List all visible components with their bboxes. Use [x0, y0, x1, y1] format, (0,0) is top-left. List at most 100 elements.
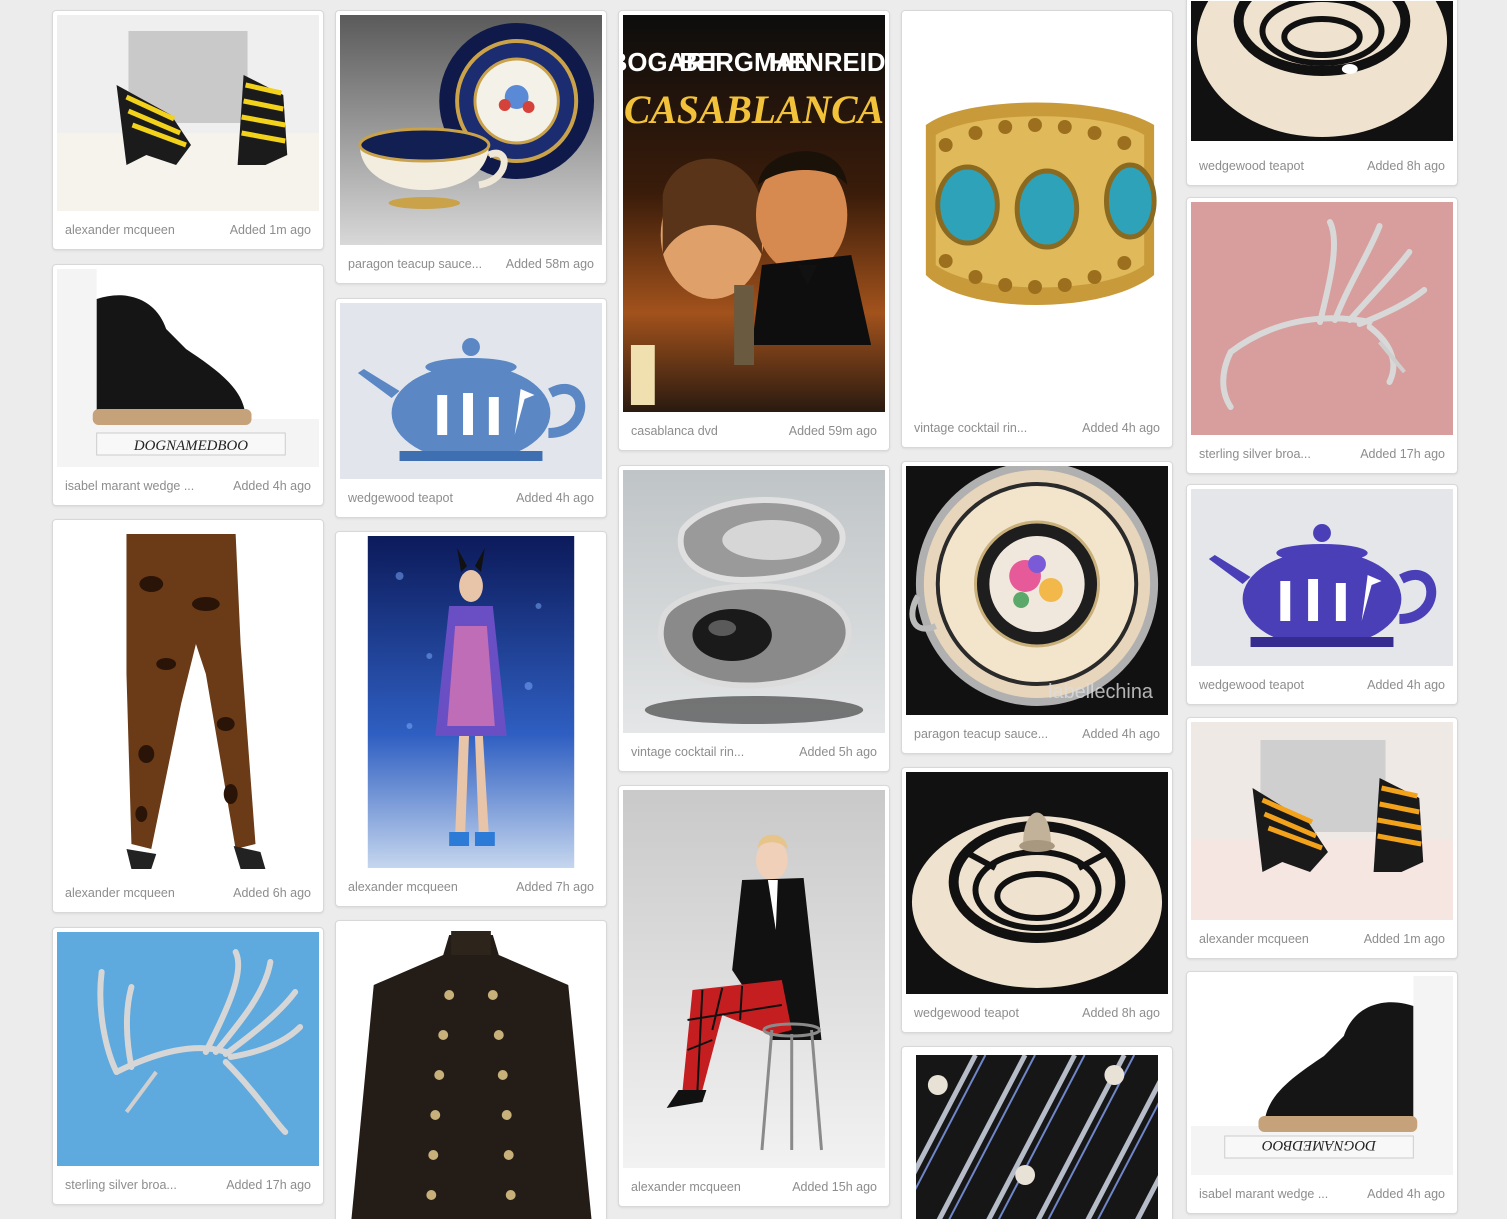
pin-footer: paragon teacup sauce... Added 58m ago — [336, 245, 606, 283]
pin-footer: casablanca dvd Added 59m ago — [619, 412, 889, 450]
svg-text:labellechina: labellechina — [1048, 681, 1154, 703]
svg-text:DOGNAMEDBOO: DOGNAMEDBOO — [133, 438, 248, 454]
pin-added-time: Added 5h ago — [799, 745, 877, 759]
pin-card[interactable]: labellechina paragon teacup sauce... Add… — [901, 461, 1173, 754]
pin-footer: vintage cocktail rin... Added 5h ago — [619, 733, 889, 771]
pin-added-time: Added 1m ago — [1363, 932, 1445, 946]
pin-footer: paragon teacup sauce... Added 4h ago — [902, 715, 1172, 753]
svg-text:HENREID: HENREID — [769, 49, 885, 77]
pin-card[interactable]: sterling silver broa... Added 17h ago — [52, 927, 324, 1205]
pin-card[interactable]: wedgewood teapot Added 8h ago — [1186, 0, 1458, 186]
pin-card[interactable]: sterling silver broa... Added 17h ago — [1186, 197, 1458, 474]
pin-title[interactable]: sterling silver broa... — [1199, 447, 1311, 461]
pin-card[interactable]: alexander mcqueen Added 15h ago — [618, 785, 890, 1207]
pin-card[interactable]: paragon teacup sauce... Added 58m ago — [335, 10, 607, 284]
pin-title[interactable]: wedgewood teapot — [348, 491, 453, 505]
pin-title[interactable]: paragon teacup sauce... — [914, 727, 1048, 741]
pin-added-time: Added 4h ago — [516, 491, 594, 505]
pin-card[interactable]: DOGNAMEDBOO isabel marant wedge ... Adde… — [1186, 971, 1458, 1214]
black-wedge-sneaker-image[interactable]: DOGNAMEDBOO — [1191, 976, 1453, 1175]
pin-footer: vintage cocktail rin... Added 4h ago — [902, 409, 1172, 447]
pin-added-time: Added 4h ago — [1082, 421, 1160, 435]
pin-card[interactable]: alexander mcqueen Added 1m ago — [1186, 717, 1458, 959]
pin-card[interactable]: alexander mcqueen Added 6h ago — [52, 519, 324, 913]
floral-teacup-image[interactable]: labellechina — [906, 466, 1168, 715]
pin-title[interactable]: alexander mcqueen — [1199, 932, 1309, 946]
pin-footer: sterling silver broa... Added 17h ago — [53, 1166, 323, 1204]
pin-added-time: Added 8h ago — [1367, 159, 1445, 173]
teapot-lid-image[interactable] — [1191, 1, 1453, 141]
pin-added-time: Added 4h ago — [1082, 727, 1160, 741]
yellow-striped-sandals-image[interactable] — [57, 15, 319, 211]
pin-card[interactable] — [335, 920, 607, 1219]
pin-footer: alexander mcqueen Added 1m ago — [1187, 920, 1457, 958]
svg-text:DOGNAMEDBOO: DOGNAMEDBOO — [1262, 1137, 1377, 1153]
svg-text:CASABLANCA: CASABLANCA — [624, 87, 884, 132]
blue-teapot-image[interactable] — [340, 303, 602, 479]
pin-footer: sterling silver broa... Added 17h ago — [1187, 435, 1457, 473]
tartan-trousers-model-image[interactable] — [623, 790, 885, 1168]
teapot-lid-image[interactable] — [906, 772, 1168, 994]
skull-striped-fabric-image[interactable] — [916, 1055, 1158, 1219]
silver-cocktail-ring-image[interactable] — [623, 470, 885, 733]
pin-added-time: Added 4h ago — [1367, 678, 1445, 692]
pin-card[interactable]: alexander mcqueen Added 7h ago — [335, 531, 607, 907]
pin-title[interactable]: vintage cocktail rin... — [914, 421, 1027, 435]
pin-footer: alexander mcqueen Added 15h ago — [619, 1168, 889, 1206]
pin-title[interactable]: isabel marant wedge ... — [65, 479, 194, 493]
pin-added-time: Added 4h ago — [1367, 1187, 1445, 1201]
pin-footer: wedgewood teapot Added 4h ago — [336, 479, 606, 517]
purple-teapot-image[interactable] — [1191, 489, 1453, 666]
pin-card[interactable]: wedgewood teapot Added 4h ago — [335, 298, 607, 518]
casablanca-poster-image[interactable]: BOGART BERGMAN HENREID CASABLANCA — [623, 15, 885, 412]
pin-card[interactable]: DOGNAMEDBOO isabel marant wedge ... Adde… — [52, 264, 324, 506]
pin-footer: alexander mcqueen Added 1m ago — [53, 211, 323, 249]
pin-title[interactable]: wedgewood teapot — [1199, 678, 1304, 692]
pin-title[interactable]: wedgewood teapot — [1199, 159, 1304, 173]
pin-title[interactable]: paragon teacup sauce... — [348, 257, 482, 271]
black-wedge-sneaker-image[interactable]: DOGNAMEDBOO — [57, 269, 319, 467]
pin-added-time: Added 7h ago — [516, 880, 594, 894]
runway-model-image[interactable] — [340, 536, 602, 868]
pin-added-time: Added 15h ago — [792, 1180, 877, 1194]
pin-card[interactable]: wedgewood teapot Added 8h ago — [901, 767, 1173, 1033]
pin-card[interactable]: BOGART BERGMAN HENREID CASABLANCA casabl… — [618, 10, 890, 451]
pin-title[interactable]: alexander mcqueen — [348, 880, 458, 894]
pin-footer: alexander mcqueen Added 7h ago — [336, 868, 606, 906]
pin-title[interactable]: alexander mcqueen — [631, 1180, 741, 1194]
animal-print-leggings-image[interactable] — [57, 524, 319, 874]
pin-title[interactable]: sterling silver broa... — [65, 1178, 177, 1192]
pin-title[interactable]: casablanca dvd — [631, 424, 718, 438]
pin-added-time: Added 4h ago — [233, 479, 311, 493]
pin-added-time: Added 58m ago — [505, 257, 594, 271]
pin-title[interactable]: wedgewood teapot — [914, 1006, 1019, 1020]
military-leather-jacket-image[interactable] — [340, 925, 602, 1219]
pin-board: alexander mcqueen Added 1m ago DOGNAMEDB… — [0, 0, 1507, 1219]
pin-card[interactable]: vintage cocktail rin... Added 4h ago — [901, 10, 1173, 448]
turquoise-gold-ring-image[interactable] — [906, 15, 1168, 409]
pin-footer: isabel marant wedge ... Added 4h ago — [1187, 1175, 1457, 1213]
pin-card[interactable]: wedgewood teapot Added 4h ago — [1186, 484, 1458, 705]
pin-footer: wedgewood teapot Added 8h ago — [902, 994, 1172, 1032]
pin-added-time: Added 17h ago — [1360, 447, 1445, 461]
pin-card[interactable]: vintage cocktail rin... Added 5h ago — [618, 465, 890, 772]
pin-title[interactable]: alexander mcqueen — [65, 223, 175, 237]
teacup-saucer-image[interactable] — [340, 15, 602, 245]
pin-footer: wedgewood teapot Added 4h ago — [1187, 666, 1457, 704]
pin-added-time: Added 17h ago — [226, 1178, 311, 1192]
pin-footer: wedgewood teapot Added 8h ago — [1187, 147, 1457, 185]
pin-card[interactable]: alexander mcqueen Added 1m ago — [52, 10, 324, 250]
hummingbird-brooch-image[interactable] — [57, 932, 319, 1166]
pin-footer: isabel marant wedge ... Added 4h ago — [53, 467, 323, 505]
pin-title[interactable]: alexander mcqueen — [65, 886, 175, 900]
pin-added-time: Added 1m ago — [229, 223, 311, 237]
pin-added-time: Added 59m ago — [788, 424, 877, 438]
pin-card[interactable] — [901, 1046, 1173, 1219]
hummingbird-brooch-image[interactable] — [1191, 202, 1453, 435]
orange-striped-sandals-image[interactable] — [1191, 722, 1453, 920]
pin-footer: alexander mcqueen Added 6h ago — [53, 874, 323, 912]
pin-added-time: Added 6h ago — [233, 886, 311, 900]
pin-title[interactable]: isabel marant wedge ... — [1199, 1187, 1328, 1201]
pin-added-time: Added 8h ago — [1082, 1006, 1160, 1020]
pin-title[interactable]: vintage cocktail rin... — [631, 745, 744, 759]
